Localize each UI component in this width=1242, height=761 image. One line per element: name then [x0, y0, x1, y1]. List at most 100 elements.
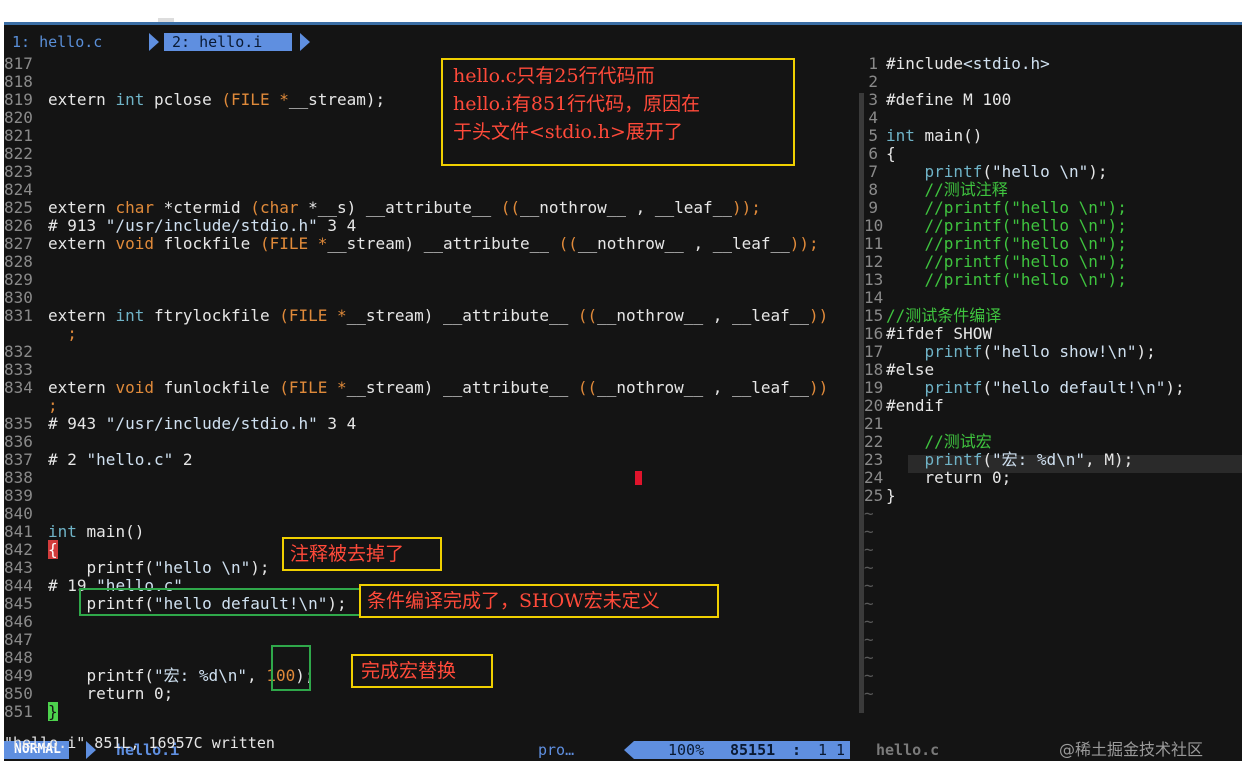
status-right-filename: hello.c [876, 741, 940, 759]
code-line[interactable]: 843 printf("hello \n"); [4, 559, 270, 577]
line-number: 17 [864, 342, 884, 361]
line-number: 846 [4, 612, 33, 631]
code-line[interactable]: 823 [4, 163, 48, 181]
code-line[interactable]: 9 //printf("hello \n"); [864, 199, 1126, 217]
code-line[interactable]: 17 printf("hello show!\n"); [864, 343, 1156, 361]
code-line[interactable]: 4 [864, 109, 886, 127]
line-number: 827 [4, 234, 33, 253]
code-line[interactable]: 20 #endif [864, 397, 944, 415]
code-line[interactable]: 825 extern char *ctermid (char *__s) __at… [4, 199, 761, 217]
line-number: 24 [864, 468, 884, 487]
code-line[interactable]: 3 #define M 100 [864, 91, 1011, 109]
code-token: *ctermid [153, 198, 251, 217]
code-line[interactable]: ; [4, 325, 77, 343]
code-line[interactable]: 13 //printf("hello \n"); [864, 271, 1127, 289]
code-line[interactable]: 23 printf("宏: %d\n", M); [864, 451, 1133, 469]
code-line[interactable]: 846 [4, 613, 48, 631]
code-line[interactable]: 824 [4, 181, 48, 199]
code-line[interactable]: 2 [864, 73, 886, 91]
line-number: 841 [4, 522, 33, 541]
code-token: "hello \n" [153, 558, 251, 577]
code-line[interactable]: 1 #include<stdio.h> [864, 55, 1049, 73]
code-line[interactable]: 818 [4, 73, 48, 91]
code-line[interactable]: 847 [4, 631, 48, 649]
code-line[interactable]: 8 //测试注释 [864, 181, 1007, 199]
code-token: pclose [144, 90, 222, 109]
code-line[interactable]: 838 [4, 469, 48, 487]
status-lines: 85151 [730, 741, 776, 759]
code-line[interactable]: 840 [4, 505, 48, 523]
annotation-macro-replaced-text: 完成宏替换 [361, 660, 457, 682]
code-line[interactable]: 18 #else [864, 361, 934, 379]
code-token: //测试宏 [886, 432, 992, 451]
code-line[interactable]: 822 [4, 145, 48, 163]
code-line[interactable]: 820 [4, 109, 48, 127]
code-token: , M); [1085, 450, 1134, 469]
code-text: #else [886, 361, 934, 379]
code-token: //printf("hello \n"); [886, 234, 1127, 253]
code-line[interactable]: 7 printf("hello \n"); [864, 162, 1107, 181]
code-token: funlockfile [153, 378, 280, 397]
code-line[interactable]: 821 [4, 127, 48, 145]
line-number: 828 [4, 252, 33, 271]
code-line[interactable]: 839 [4, 487, 48, 505]
code-token: #endif [886, 396, 944, 415]
code-token: } [48, 702, 58, 721]
code-line[interactable]: 817 [4, 55, 48, 73]
code-line[interactable]: 842 { [4, 540, 58, 559]
code-line[interactable]: 827 extern void flockfile (FILE *__stream… [4, 235, 819, 253]
code-token: "hello.c" [86, 450, 174, 469]
code-line[interactable]: 828 [4, 253, 48, 271]
code-token: ); [1165, 378, 1185, 397]
code-line[interactable]: 826 # 913 "/usr/include/stdio.h" 3 4 [4, 217, 356, 235]
code-line[interactable]: 21 [864, 415, 886, 433]
window-top-bar [0, 0, 1242, 22]
code-line[interactable]: 849 printf("宏: %d\n", 100); [4, 667, 314, 685]
code-line[interactable]: 848 [4, 649, 48, 667]
code-line[interactable]: 851} [4, 702, 58, 721]
code-line[interactable]: 15//测试条件编译 [864, 307, 1001, 325]
code-line[interactable]: 5 int main() [864, 127, 982, 145]
code-line[interactable]: 24 return 0; [864, 469, 1011, 487]
code-line[interactable]: 10 //printf("hello \n"); [864, 217, 1127, 235]
code-line[interactable]: 25} [864, 487, 896, 505]
code-line[interactable]: 833 [4, 361, 48, 379]
tab-hello-c[interactable]: 1: hello.c [12, 33, 102, 51]
status-filetype: pro… [538, 741, 575, 759]
code-line[interactable]: 841 int main() [4, 523, 144, 541]
code-line[interactable]: 19 printf("hello default!\n"); [864, 379, 1185, 397]
line-number: 14 [864, 288, 884, 307]
code-line[interactable]: 834 extern void funlockfile (FILE *__stre… [4, 379, 828, 397]
code-line[interactable]: 829 [4, 271, 48, 289]
line-number: 832 [4, 342, 33, 361]
code-token: ( [982, 162, 992, 181]
line-number: 823 [4, 162, 33, 181]
code-line[interactable]: 12 //printf("hello \n"); [864, 253, 1127, 271]
code-line[interactable]: 16 #ifdef SHOW [864, 325, 992, 343]
right-editor-pane[interactable]: 1 #include<stdio.h> 2 3 #define M 100 4 5 int m… [864, 53, 1242, 719]
code-line[interactable]: 831 extern int ftrylockfile (FILE *__stre… [4, 307, 828, 325]
code-line[interactable]: 850 return 0; [4, 685, 173, 703]
code-line[interactable]: 819 extern int pclose (FILE *__stream); [4, 91, 385, 109]
code-line[interactable]: 6{ [864, 144, 896, 163]
code-line[interactable]: 836 [4, 433, 48, 451]
line-number: 13 [864, 270, 884, 289]
code-line[interactable]: 14 [864, 289, 886, 307]
vim-terminal[interactable]: 1: hello.c 2: hello.i 817 818 819 extern in… [4, 22, 1242, 761]
code-line[interactable]: ; [4, 397, 58, 415]
status-percent: 100% [668, 741, 705, 759]
code-line[interactable]: 22 //测试宏 [864, 433, 992, 451]
code-line[interactable]: 830 [4, 289, 48, 307]
code-token: (( [577, 306, 598, 325]
code-token: { [886, 144, 896, 163]
code-line[interactable]: 832 [4, 343, 48, 361]
code-line[interactable]: 837 # 2 "hello.c" 2 [4, 451, 193, 469]
code-line[interactable]: 11 //printf("hello \n"); [864, 235, 1127, 253]
code-line[interactable]: 835 # 943 "/usr/include/stdio.h" 3 4 [4, 415, 356, 433]
line-number: 851 [4, 702, 33, 721]
code-text: extern int ftrylockfile (FILE *__stream)… [48, 307, 828, 325]
tab-hello-i[interactable]: 2: hello.i [164, 33, 293, 51]
